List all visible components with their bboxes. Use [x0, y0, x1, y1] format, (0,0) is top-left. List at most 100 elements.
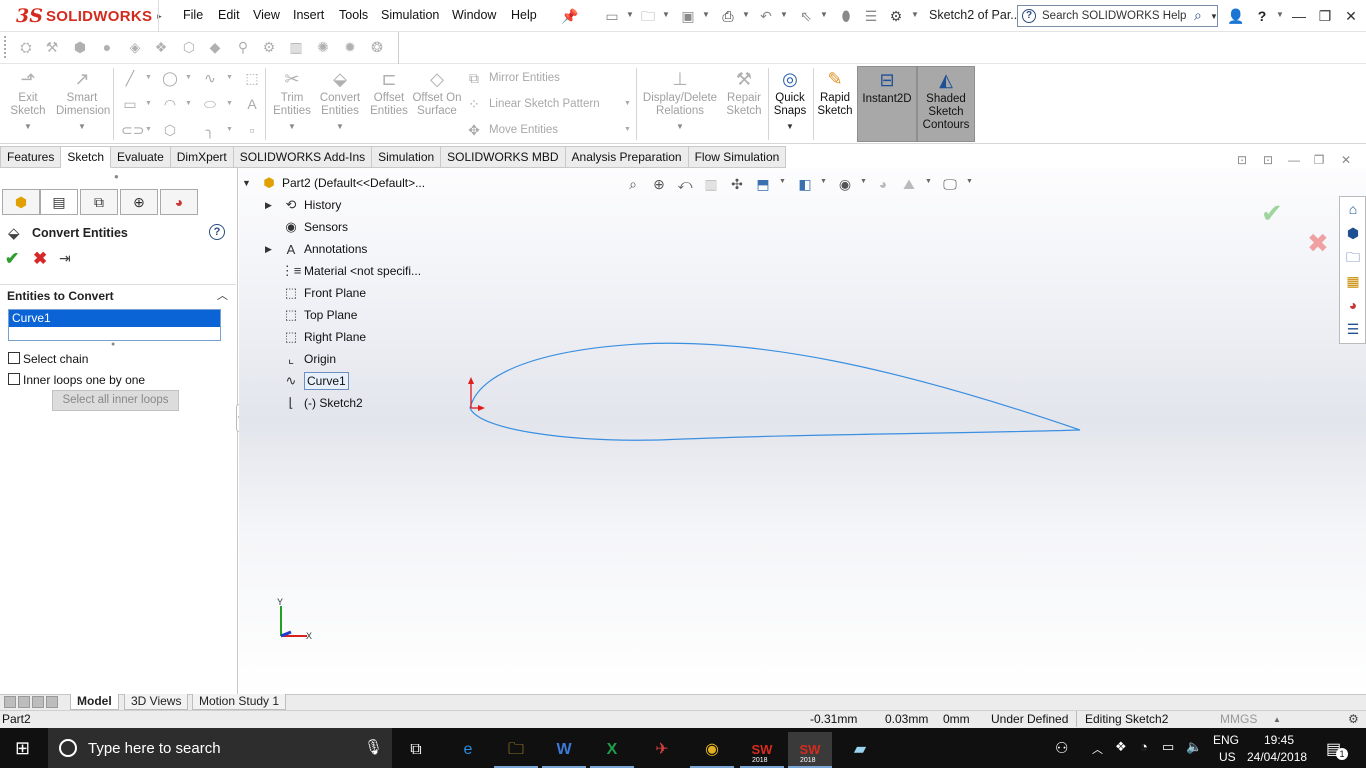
tree-item[interactable]: ⋮≡ Material <not specifi... [281, 260, 502, 282]
minimize-icon[interactable]: — [1287, 5, 1311, 27]
chevron-down-icon[interactable]: ▼ [780, 10, 788, 19]
dimxpert-manager-tab[interactable]: ⊕ [120, 189, 158, 215]
status-units[interactable]: MMGS [1220, 712, 1257, 726]
repair-sketch-button[interactable]: ⚒ Repair Sketch [720, 66, 768, 142]
surface-tool-icon[interactable]: ⚒ [43, 38, 61, 56]
print-icon[interactable]: ⎙ [719, 7, 737, 25]
open-folder-icon[interactable]: 🗀 [639, 7, 657, 25]
tab-flow-simulation[interactable]: Flow Simulation [688, 146, 787, 168]
slot-icon[interactable]: ⊂⊃ [121, 121, 144, 139]
close-icon[interactable]: ✕ [1339, 5, 1363, 27]
chevron-down-icon[interactable]: ▼ [702, 10, 710, 19]
apply-scene-icon[interactable]: ⛰ [899, 174, 919, 194]
chevron-down-icon[interactable]: ▼ [185, 100, 192, 107]
tree-item[interactable]: ▶ A Annotations [265, 238, 502, 260]
tree-item[interactable]: ⬚ Right Plane [282, 326, 502, 348]
tree-collapse-icon[interactable]: ▼ [242, 178, 251, 188]
battery-icon[interactable]: ▭ [1162, 739, 1174, 755]
list-resize-handle[interactable]: ● [111, 341, 115, 348]
chevron-down-icon[interactable]: ▼ [820, 10, 828, 19]
chevron-up-icon[interactable]: ︿ [1092, 741, 1103, 757]
surface-tool-icon[interactable]: ⬡ [180, 38, 198, 56]
property-manager-tab[interactable]: ▤ [40, 189, 78, 215]
tab-model[interactable]: Model [70, 694, 119, 710]
move-entities-button[interactable]: Move Entities [489, 124, 558, 136]
menu-tools[interactable]: Tools [339, 8, 368, 22]
chevron-down-icon[interactable]: ▼ [626, 10, 634, 19]
search-icon[interactable]: ⌕ [1194, 7, 1202, 24]
design-library-icon[interactable]: ⬢ [1342, 222, 1364, 244]
linear-pattern-icon[interactable]: ⁘ [465, 95, 483, 113]
move-icon[interactable]: ✥ [465, 121, 483, 139]
tree-expand-icon[interactable]: ▶ [265, 244, 272, 255]
trim-entities-button[interactable]: ✂ Trim Entities ▼ [266, 66, 318, 142]
help-icon[interactable]: ? [209, 224, 225, 240]
task-view-icon[interactable]: ⧉ [394, 732, 438, 768]
file-explorer-icon[interactable]: 🗀 [494, 732, 538, 768]
toolbar-grip[interactable] [4, 36, 7, 58]
doc-minimize-icon[interactable]: — [1285, 153, 1303, 169]
surface-tool-icon[interactable]: ⛭ [17, 38, 35, 56]
surface-tool-icon[interactable]: ⚙ [260, 38, 278, 56]
tree-item[interactable]: ∿ Curve1 [282, 370, 502, 392]
people-icon[interactable]: ⚇ [1055, 739, 1068, 757]
polygon-icon[interactable]: ⬡ [161, 121, 179, 139]
user-account-icon[interactable]: 👤 [1227, 7, 1245, 25]
tab-mbd[interactable]: SOLIDWORKS MBD [441, 146, 566, 168]
display-manager-tab[interactable]: ◕ [160, 189, 198, 215]
chevron-down-icon[interactable]: ▼ [820, 178, 827, 185]
chevron-down-icon[interactable]: ▼ [226, 100, 233, 107]
chevron-down-icon[interactable]: ▼ [145, 74, 152, 81]
menu-view[interactable]: View [253, 8, 280, 22]
file-properties-icon[interactable]: ☰ [862, 7, 880, 25]
tab-evaluate[interactable]: Evaluate [111, 146, 171, 168]
chevron-down-icon[interactable]: ▼ [1210, 12, 1218, 21]
dynamic-annotation-icon[interactable]: ✣ [727, 174, 747, 194]
zoom-to-area-icon[interactable]: ⊕ [649, 174, 669, 194]
surface-tool-icon[interactable]: ◆ [206, 38, 224, 56]
surface-tool-icon[interactable]: ⚲ [234, 38, 252, 56]
edit-appearance-icon[interactable]: ◕ [873, 174, 893, 194]
offset-on-surface-button[interactable]: ◇ Offset On Surface [411, 66, 463, 142]
feature-manager-tab[interactable]: ⬢ [2, 189, 40, 215]
spline-icon[interactable]: ∿ [201, 69, 219, 87]
mirror-icon[interactable]: ⧉ [465, 69, 483, 87]
fillet-icon[interactable]: ╮ [201, 121, 219, 139]
rapid-sketch-button[interactable]: ✎ Rapid Sketch [814, 66, 856, 142]
surface-tool-icon[interactable]: ✺ [314, 38, 332, 56]
tab-features[interactable]: Features [0, 146, 62, 168]
linear-sketch-pattern-button[interactable]: Linear Sketch Pattern [489, 98, 600, 110]
chevron-down-icon[interactable]: ▼ [226, 74, 233, 81]
instant2d-button[interactable]: ⊟ Instant2D [857, 66, 917, 142]
confirm-corner-ok-icon[interactable]: ✔ [1261, 198, 1283, 229]
chevron-down-icon[interactable]: ▼ [860, 178, 867, 185]
rebuild-icon[interactable]: ⬮ [837, 7, 855, 25]
tab-simulation[interactable]: Simulation [372, 146, 442, 168]
clock-time[interactable]: 19:45 [1264, 733, 1294, 747]
chevron-down-icon[interactable]: ▼ [145, 100, 152, 107]
ellipse-icon[interactable]: ⬭ [201, 95, 219, 113]
surface-tool-icon[interactable]: ❖ [152, 38, 170, 56]
display-style-icon[interactable]: ◧ [795, 174, 815, 194]
chevron-down-icon[interactable]: ▼ [624, 126, 631, 133]
chevron-down-icon[interactable]: ▼ [1276, 10, 1284, 19]
text-icon[interactable]: A [243, 95, 261, 113]
circle-icon[interactable]: ◯ [161, 69, 179, 87]
mirror-entities-button[interactable]: Mirror Entities [489, 72, 560, 84]
inner-loops-checkbox[interactable] [8, 373, 20, 385]
chevron-down-icon[interactable]: ▼ [966, 178, 973, 185]
panel-grip[interactable]: ● [114, 172, 119, 181]
home-icon[interactable]: ⌂ [1342, 198, 1364, 220]
first-tab-button[interactable] [4, 696, 16, 708]
doc-close-icon[interactable]: ✕ [1337, 153, 1355, 169]
section-view-icon[interactable]: ▥ [701, 174, 721, 194]
surface-tool-icon[interactable]: ◈ [126, 38, 144, 56]
select-pointer-icon[interactable]: ⇖ [797, 7, 815, 25]
dropbox-icon[interactable]: ❖ [1115, 739, 1127, 755]
plane-sketch-icon[interactable]: ⬚ [243, 69, 261, 87]
line-icon[interactable]: ╱ [121, 69, 139, 87]
chevron-down-icon[interactable]: ▼ [925, 178, 932, 185]
gear-icon[interactable]: ⚙ [887, 7, 905, 25]
previous-view-icon[interactable]: ⤺ [675, 174, 695, 194]
select-all-inner-loops-button[interactable]: Select all inner loops [52, 390, 179, 411]
